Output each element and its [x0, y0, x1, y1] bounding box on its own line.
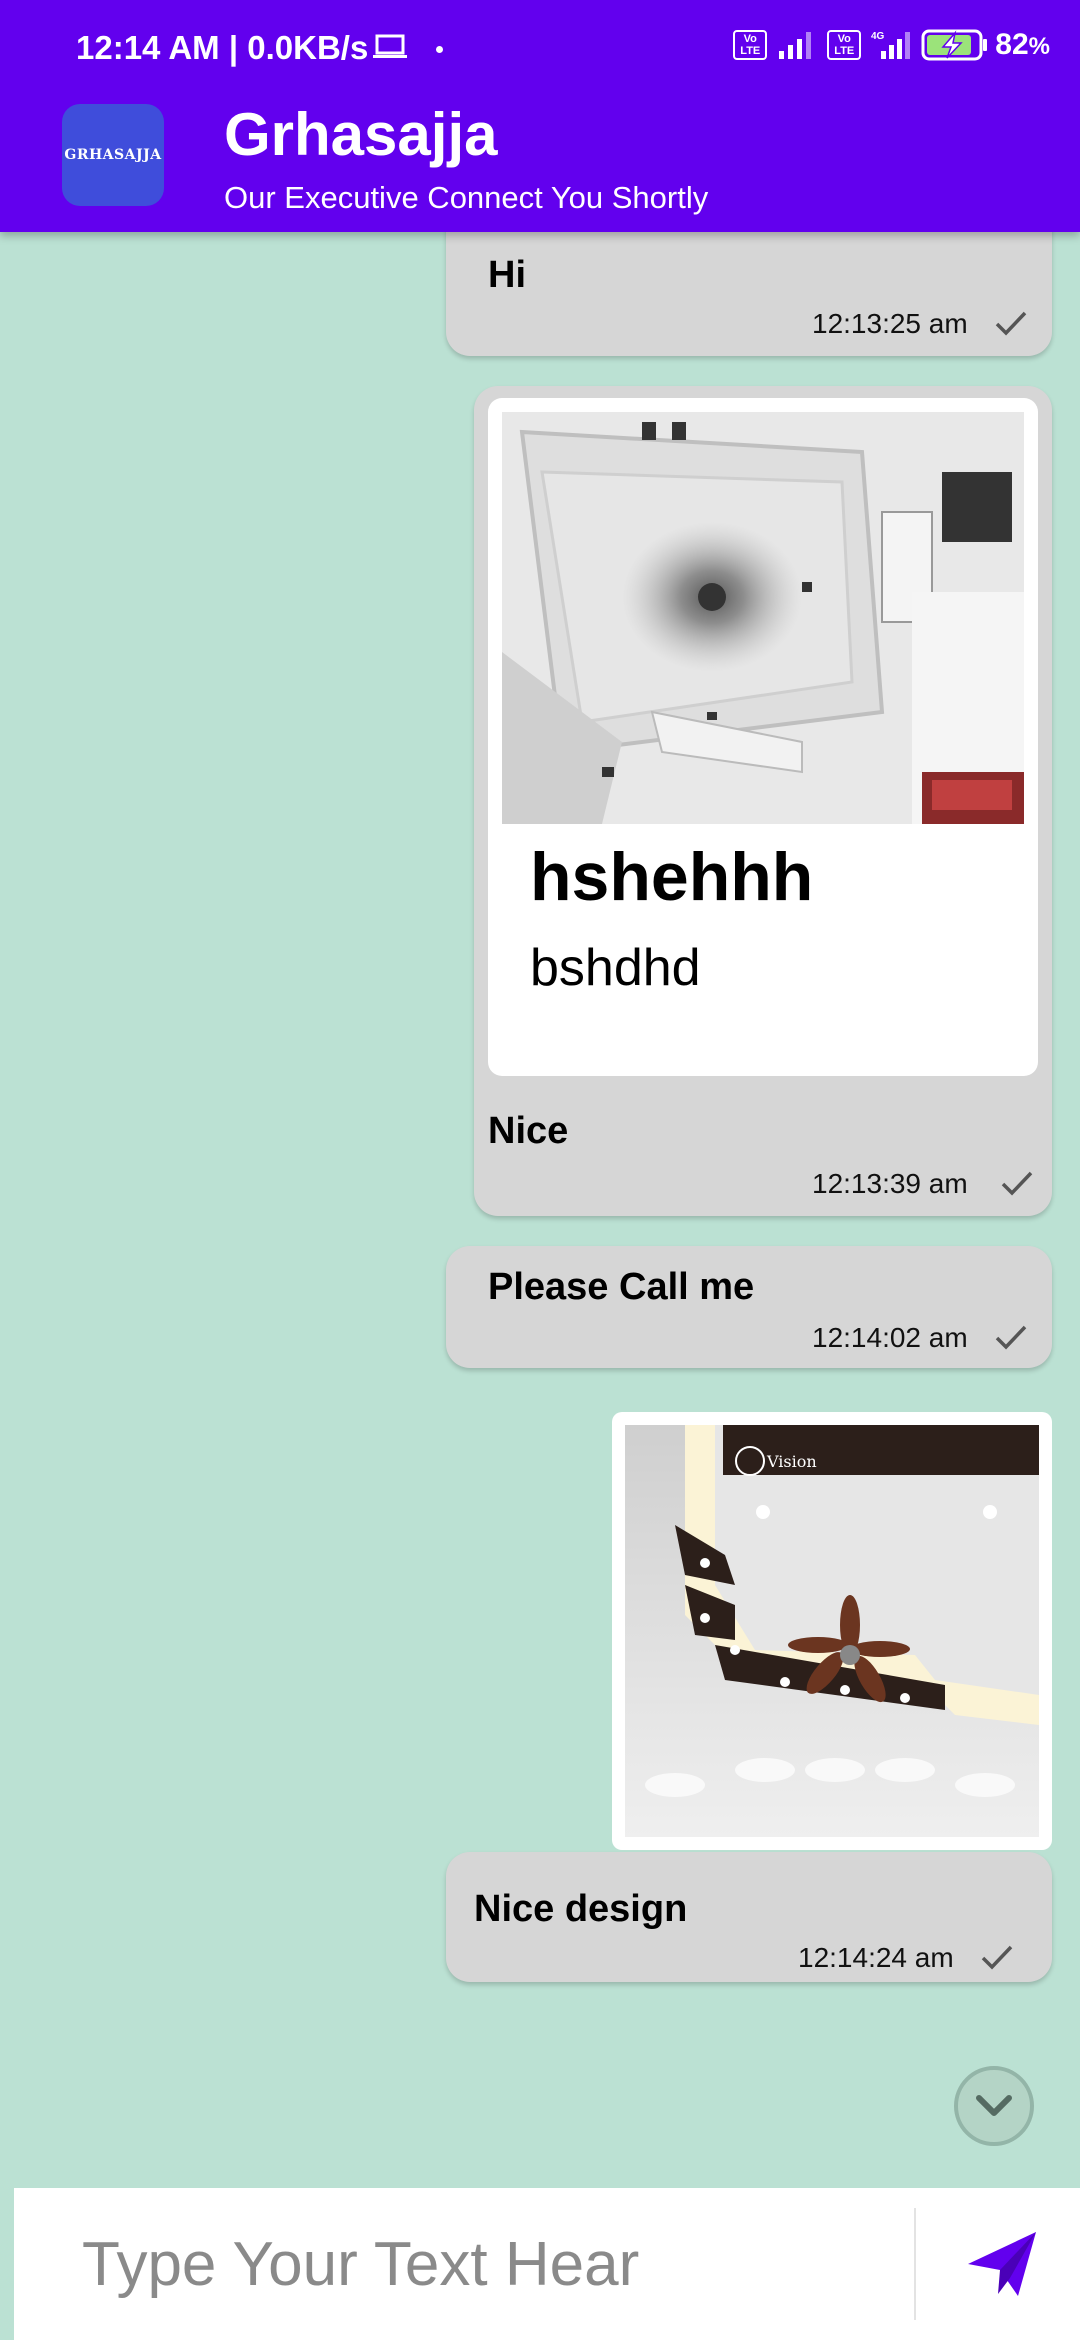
image-message[interactable]: Vision: [612, 1412, 1052, 1850]
product-card[interactable]: hshehhh bshdhd: [488, 398, 1038, 1076]
message-text: Hi: [488, 254, 526, 296]
message-text: Nice design: [474, 1888, 688, 1930]
battery-percent: 82%: [995, 28, 1050, 61]
svg-text:4G: 4G: [871, 31, 885, 42]
message-bubble-nice-design[interactable]: Nice design 12:14:24 am: [446, 1852, 1052, 1982]
ceiling-design-image: [502, 412, 1024, 824]
send-button[interactable]: [954, 2216, 1050, 2312]
card-description: bshdhd: [530, 939, 701, 997]
check-icon: [995, 1325, 1027, 1350]
notification-dot: [436, 46, 443, 53]
message-bubble-call[interactable]: Please Call me 12:14:02 am: [446, 1246, 1052, 1368]
check-icon: [1001, 1171, 1033, 1196]
message-time: 12:13:39 am: [812, 1168, 968, 1199]
battery-charging-icon: [921, 29, 988, 61]
volte-icon: Vo LTE: [733, 30, 768, 60]
card-title: hshehhh: [530, 839, 814, 915]
signal-icon: [779, 32, 812, 59]
status-time: 12:14 AM | 0.0KB/s: [76, 29, 369, 66]
status-bar: 12:14 AM | 0.0KB/s Vo LTE Vo LTE 4G 82%: [0, 0, 1080, 100]
message-composer: [14, 2188, 1080, 2340]
message-text: Please Call me: [488, 1266, 755, 1308]
status-icons: Vo LTE Vo LTE 4G 82%: [733, 28, 1050, 62]
page-subtitle: Our Executive Connect You Shortly: [224, 180, 709, 215]
scroll-to-bottom-button[interactable]: [954, 2066, 1034, 2146]
message-time: 12:14:24 am: [798, 1942, 954, 1973]
laptop-icon: [373, 34, 407, 58]
message-time: 12:13:25 am: [812, 308, 968, 339]
battery-indicator: 82%: [921, 28, 1050, 62]
check-icon: [981, 1945, 1013, 1970]
message-text: Nice: [488, 1110, 569, 1152]
signal-4g-icon: 4G: [871, 31, 911, 59]
app-logo: GRHASAJJA: [62, 104, 164, 206]
volte-icon-2: Vo LTE: [827, 30, 862, 60]
svg-text:Vision: Vision: [766, 1452, 817, 1471]
page-title: Grhasajja: [224, 101, 498, 168]
composer-divider: [914, 2208, 916, 2320]
app-header: 12:14 AM | 0.0KB/s Vo LTE Vo LTE 4G 82% …: [0, 0, 1080, 232]
send-icon: [968, 2232, 1036, 2296]
ceiling-photo: Vision: [625, 1425, 1039, 1837]
check-icon: [995, 311, 1027, 336]
message-input[interactable]: [14, 2188, 914, 2340]
chevron-down-icon: [976, 2095, 1012, 2116]
message-time: 12:14:02 am: [812, 1322, 968, 1353]
